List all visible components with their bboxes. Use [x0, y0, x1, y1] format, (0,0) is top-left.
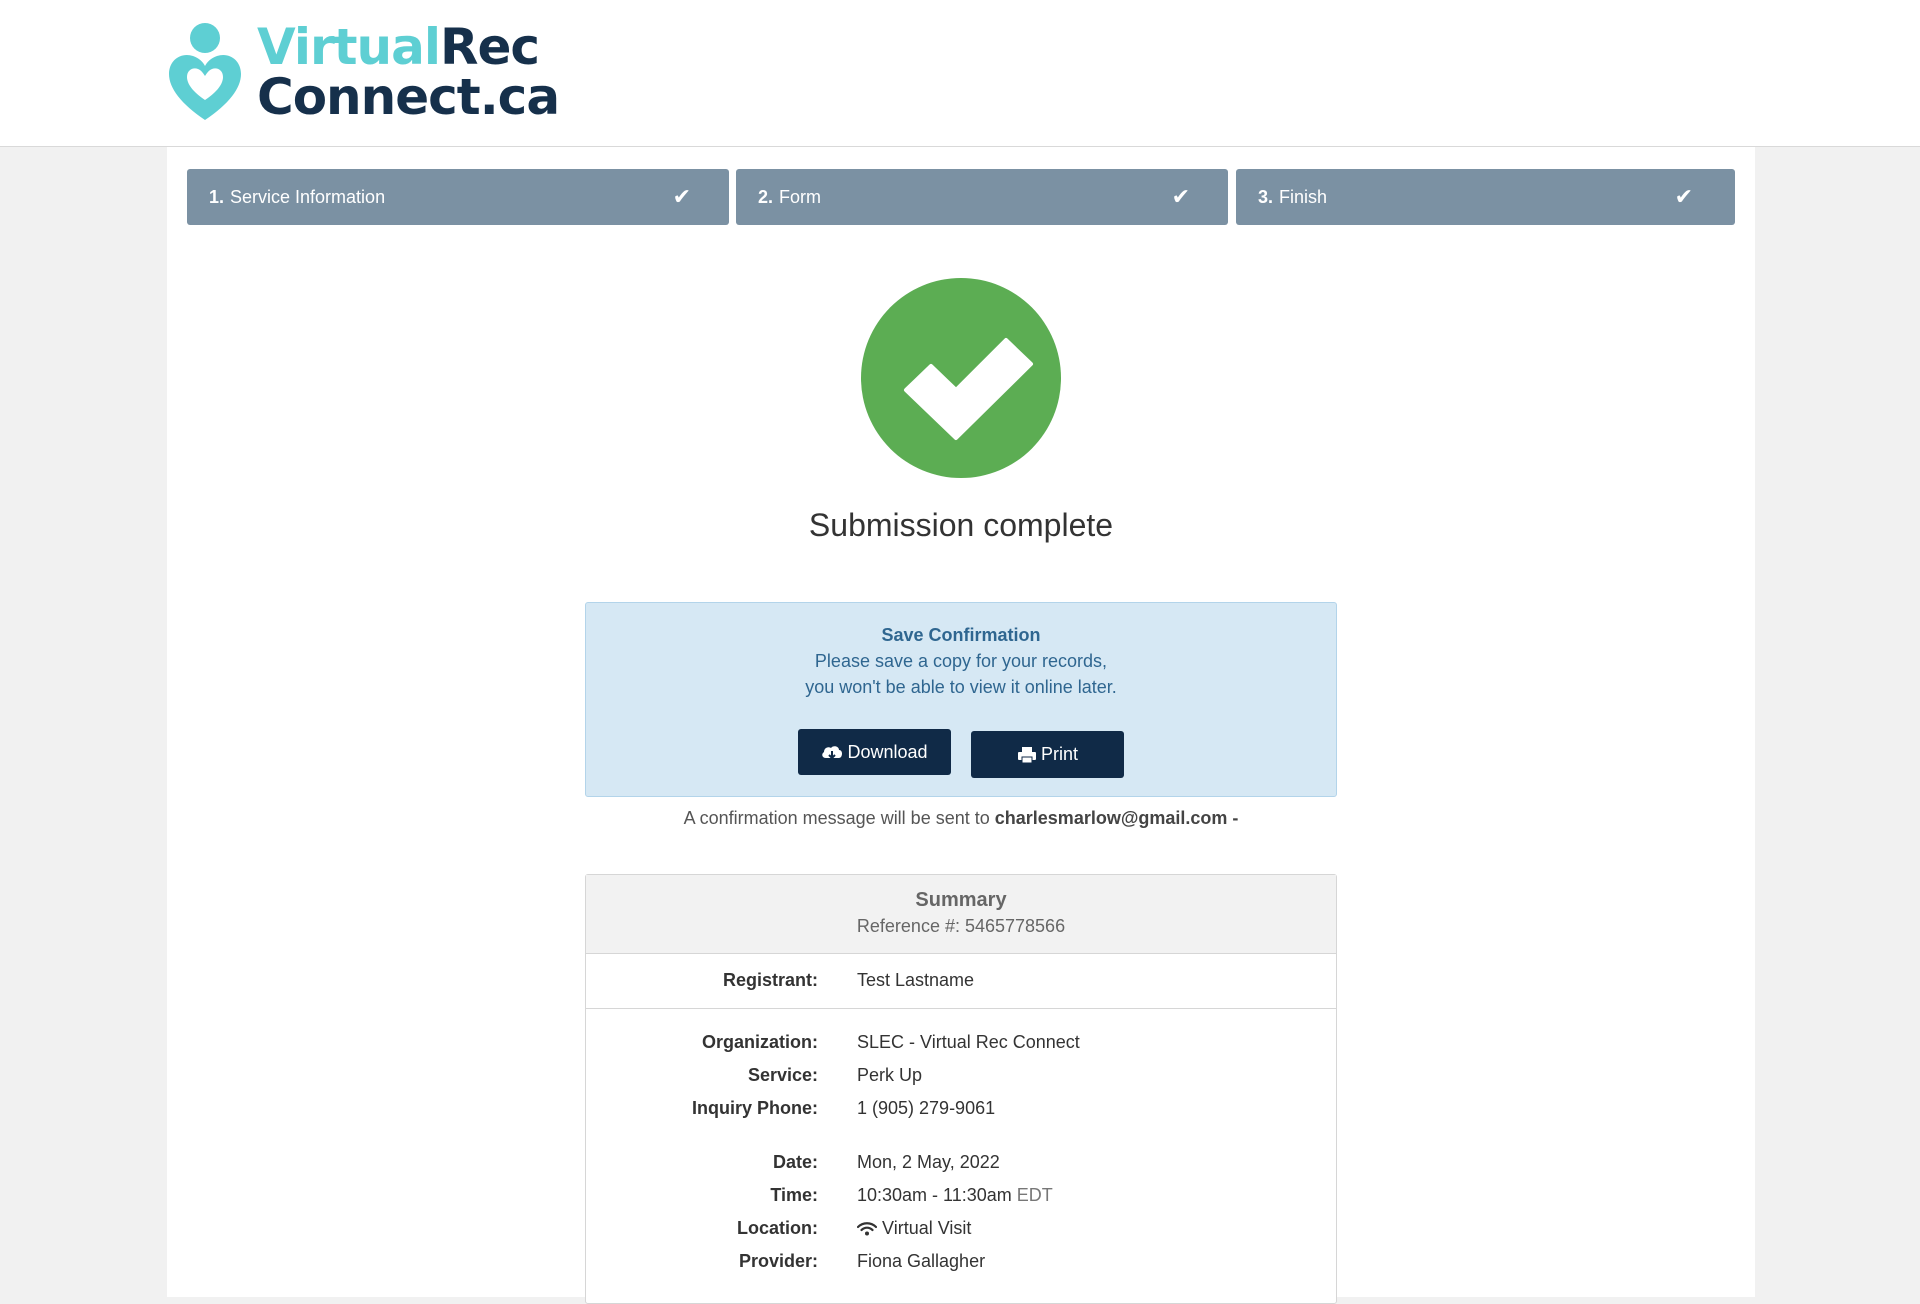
confirmation-prefix: A confirmation message will be sent to [683, 808, 990, 828]
step-label: Finish [1279, 187, 1328, 207]
organization-label: Organization: [702, 1032, 818, 1052]
check-icon: ✔ [1171, 184, 1190, 209]
summary-row-organization: Organization: SLEC - Virtual Rec Connect [586, 1028, 1336, 1056]
site-header: VirtualRec Connect.ca [0, 0, 1920, 147]
date-value: Mon, 2 May, 2022 [857, 1152, 1000, 1172]
time-value: 10:30am - 11:30am EDT [857, 1181, 1053, 1209]
step-finish[interactable]: 3. Finish ✔ [1236, 169, 1735, 225]
step-label: Service Information [230, 187, 386, 207]
step-number: 3. [1258, 187, 1274, 207]
summary-row-phone: Inquiry Phone: 1 (905) 279-9061 [586, 1094, 1336, 1122]
step-number: 1. [209, 187, 225, 207]
summary-row-time: Time: 10:30am - 11:30am EDT [586, 1181, 1336, 1209]
location-text: Virtual Visit [882, 1218, 972, 1238]
summary-header: Summary Reference #: 5465778566 [586, 875, 1336, 954]
step-number: 2. [758, 187, 774, 207]
download-button[interactable]: Download [798, 729, 951, 775]
time-label: Time: [770, 1185, 818, 1205]
provider-value: Fiona Gallagher [857, 1251, 986, 1271]
step-label: Form [779, 187, 822, 207]
confirmation-email: charlesmarlow@gmail.com - [994, 808, 1239, 828]
cloud-download-icon [822, 746, 843, 760]
summary-title: Summary [915, 889, 1007, 911]
registrant-label: Registrant: [722, 970, 818, 990]
provider-label: Provider: [738, 1251, 818, 1271]
step-form[interactable]: 2. Form ✔ [736, 169, 1228, 225]
time-zone: EDT [1016, 1185, 1053, 1205]
registrant-value: Test Lastname [857, 970, 975, 990]
save-confirmation-message: you won't be able to view it online late… [805, 677, 1117, 697]
check-icon: ✔ [1674, 184, 1693, 209]
main-content: 1. Service Information ✔ 2. Form ✔ 3. Finis… [167, 147, 1755, 1304]
progress-steps: 1. Service Information ✔ 2. Form ✔ 3. Finis… [187, 169, 1735, 225]
check-icon: ✔ [672, 184, 691, 209]
summary-panel: Summary Reference #: 5465778566 Registra… [585, 874, 1337, 1304]
organization-value: SLEC - Virtual Rec Connect [857, 1032, 1080, 1052]
save-confirmation-panel: Save Confirmation Please save a copy for… [585, 602, 1337, 797]
success-check-mark [904, 338, 1033, 440]
page-title: Submission complete [808, 507, 1114, 543]
summary-divider [586, 1008, 1336, 1009]
check-circle-icon [861, 278, 1061, 478]
summary-row-provider: Provider: Fiona Gallagher [586, 1247, 1336, 1275]
time-range: 10:30am - 11:30am [857, 1185, 1012, 1205]
print-button[interactable]: Print [971, 731, 1124, 778]
wifi-icon [856, 1222, 878, 1236]
confirmation-message: A confirmation message will be sent to c… [167, 808, 1755, 829]
location-value: Virtual Visit [856, 1214, 972, 1242]
summary-row-location: Location: Virtual Visit [586, 1214, 1336, 1242]
summary-row-service: Service: Perk Up [586, 1061, 1336, 1089]
service-label: Service: [747, 1065, 818, 1085]
summary-row-registrant: Registrant: Test Lastname [586, 966, 1336, 994]
logo-text-connect: Connect.ca [257, 68, 560, 126]
service-value: Perk Up [857, 1065, 923, 1085]
summary-row-date: Date: Mon, 2 May, 2022 [586, 1148, 1336, 1176]
print-label: Print [1040, 744, 1078, 764]
step-service-information[interactable]: 1. Service Information ✔ [187, 169, 729, 225]
phone-value[interactable]: 1 (905) 279-9061 [857, 1094, 995, 1122]
virtualrec-logo[interactable]: VirtualRec Connect.ca [167, 22, 567, 126]
phone-label: Inquiry Phone: [692, 1098, 818, 1118]
reference-number: Reference #: 5465778566 [856, 916, 1066, 936]
save-confirmation-message: Please save a copy for your records, [814, 651, 1108, 671]
download-label: Download [847, 742, 928, 762]
printer-icon [1017, 747, 1036, 764]
date-label: Date: [772, 1152, 818, 1172]
logo-heart-person-icon [169, 23, 241, 121]
save-confirmation-title: Save Confirmation [881, 625, 1041, 645]
location-label: Location: [737, 1218, 818, 1238]
